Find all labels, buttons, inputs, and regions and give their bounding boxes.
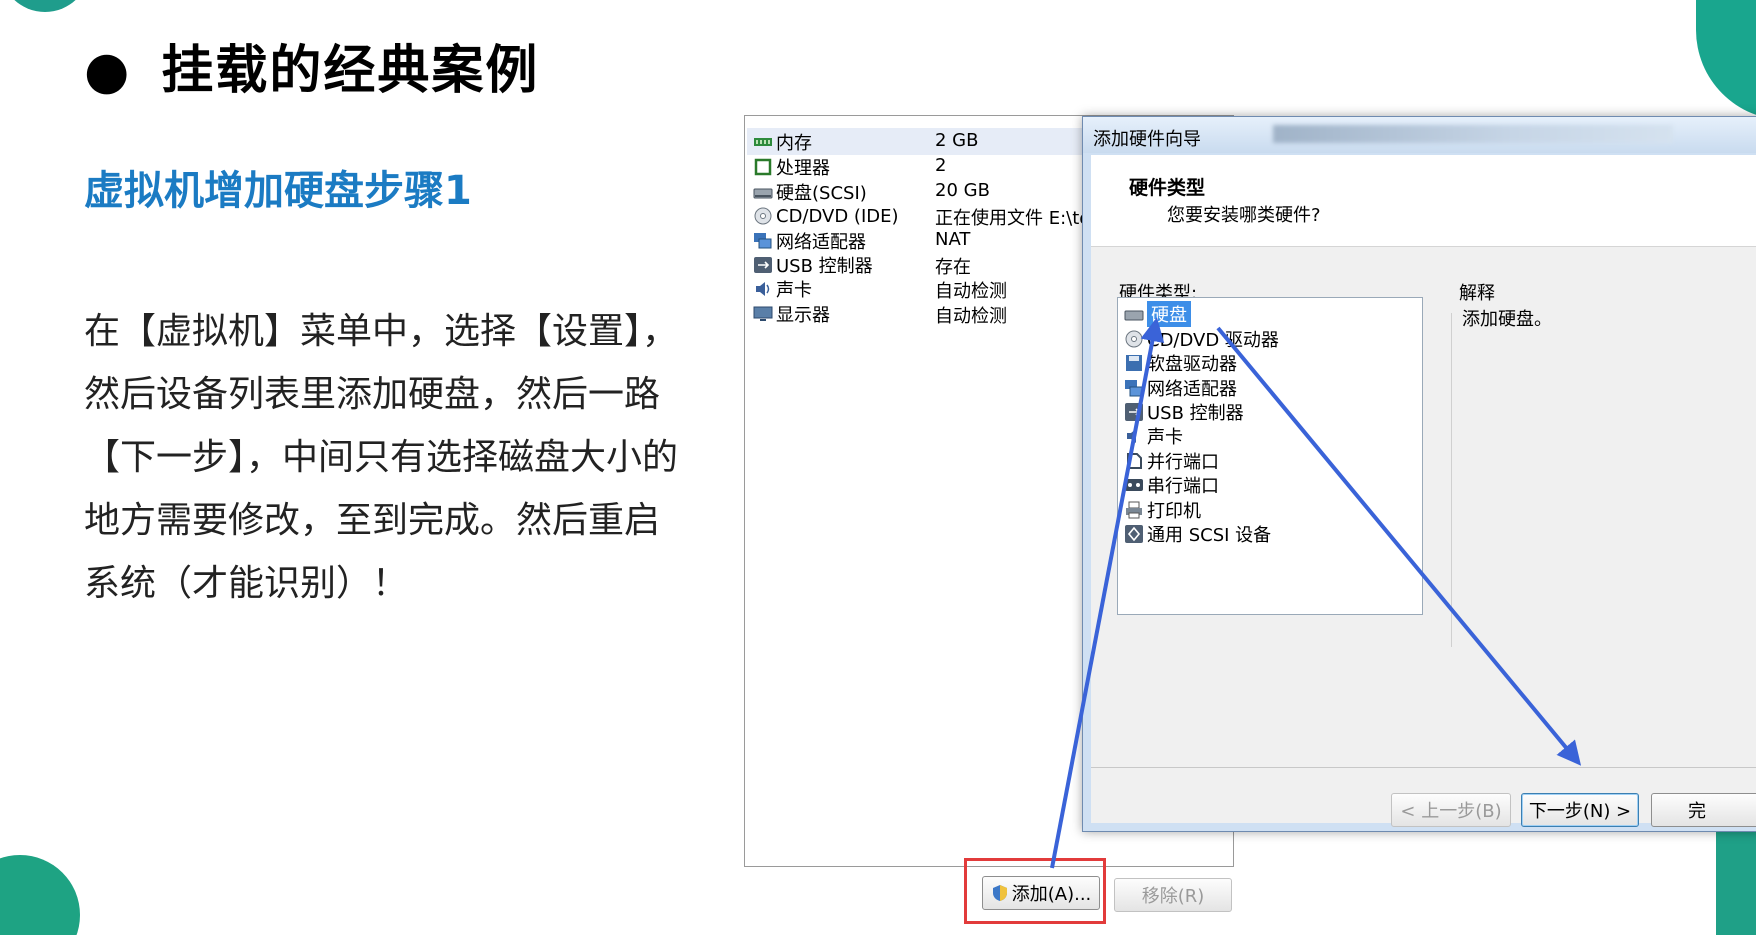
slide-subtitle: 虚拟机增加硬盘步骤1: [84, 168, 472, 214]
sound-icon: [1127, 429, 1136, 443]
finish-button[interactable]: 完: [1651, 793, 1756, 827]
network-icon: [1125, 380, 1143, 397]
hardware-item-label: 硬盘: [1147, 301, 1191, 327]
usb-icon: [754, 257, 772, 273]
device-name: 处理器: [776, 158, 830, 179]
device-row-harddisk[interactable]: 硬盘(SCSI): [753, 179, 867, 205]
hardware-item-label: 软盘驱动器: [1147, 354, 1237, 375]
hardware-type-list[interactable]: 硬盘 CD/DVD 驱动器 软盘驱动器 网络适配器 USB 控制器 声卡 并行端…: [1117, 297, 1423, 615]
floppy-icon: [1126, 355, 1142, 371]
next-button-label: 下一步(N) >: [1528, 801, 1632, 822]
corner-decoration: [0, 0, 90, 12]
hardware-item-cdrom[interactable]: CD/DVD 驱动器: [1124, 326, 1279, 352]
device-value: 自动检测: [935, 281, 1007, 302]
sound-icon: [756, 282, 770, 296]
parallel-port-icon: [1127, 453, 1142, 469]
printer-icon: [1126, 501, 1142, 519]
slide-title: ● 挂载的经典案例: [84, 28, 539, 103]
device-name: 显示器: [776, 305, 830, 326]
hardware-item-label: USB 控制器: [1147, 403, 1244, 424]
slide-title-text: 挂载的经典案例: [161, 41, 540, 101]
remove-button[interactable]: 移除(R): [1114, 878, 1232, 912]
remove-button-label: 移除(R): [1141, 886, 1205, 907]
cpu-icon: [754, 158, 772, 176]
device-value: NAT: [935, 229, 971, 250]
explain-text: 添加硬盘。: [1462, 309, 1552, 330]
hardware-item-floppy[interactable]: 软盘驱动器: [1124, 350, 1237, 376]
add-hardware-wizard-dialog: 添加硬件向导 硬件类型 您要安装哪类硬件? 硬件类型: 解释 添加硬盘。 硬盘 …: [1082, 116, 1756, 832]
device-row-memory[interactable]: 内存: [753, 129, 812, 155]
hardware-item-harddisk[interactable]: 硬盘: [1124, 301, 1191, 327]
hardware-item-label: 网络适配器: [1147, 379, 1237, 400]
device-row-network[interactable]: 网络适配器: [753, 228, 866, 254]
hardware-item-parallel-port[interactable]: 并行端口: [1124, 448, 1219, 474]
device-row-cdrom[interactable]: CD/DVD (IDE): [753, 203, 899, 229]
dialog-body: 硬件类型 您要安装哪类硬件? 硬件类型: 解释 添加硬盘。 硬盘 CD/DVD …: [1091, 155, 1756, 827]
device-name: 内存: [776, 133, 812, 154]
device-value: 20 GB: [935, 180, 990, 201]
hardware-item-printer[interactable]: 打印机: [1124, 497, 1201, 523]
device-value: 2: [935, 155, 947, 176]
device-value: 正在使用文件 E:\too: [935, 208, 1095, 229]
hardware-item-sound[interactable]: 声卡: [1124, 423, 1183, 449]
device-row-cpu[interactable]: 处理器: [753, 154, 830, 180]
device-name: 网络适配器: [776, 232, 866, 253]
wizard-header-title: 硬件类型: [1129, 177, 1206, 199]
corner-decoration: [1696, 0, 1756, 120]
memory-icon: [754, 138, 772, 146]
bullet: ●: [84, 41, 132, 101]
device-name: 硬盘(SCSI): [776, 183, 867, 204]
serial-port-icon: [1125, 479, 1143, 491]
hardware-item-label: 串行端口: [1147, 476, 1219, 497]
wizard-header-subtitle: 您要安装哪类硬件?: [1167, 205, 1321, 226]
finish-button-label: 完: [1688, 801, 1706, 822]
harddisk-icon: [753, 188, 773, 199]
device-value: 2 GB: [935, 130, 979, 151]
device-row-usb[interactable]: USB 控制器: [753, 252, 873, 278]
harddisk-icon: [1124, 310, 1144, 321]
blurred-region: [1273, 125, 1673, 143]
explain-label: 解释: [1459, 283, 1495, 304]
hardware-item-usb[interactable]: USB 控制器: [1124, 399, 1244, 425]
separator: [1091, 767, 1756, 768]
back-button[interactable]: < 上一步(B): [1391, 793, 1511, 827]
device-name: CD/DVD (IDE): [776, 205, 899, 227]
highlight-box: [964, 858, 1106, 924]
device-row-display[interactable]: 显示器: [753, 301, 830, 327]
device-value: 存在: [935, 257, 971, 278]
device-value: 自动检测: [935, 306, 1007, 327]
device-name: 声卡: [776, 280, 812, 301]
cdrom-icon: [1125, 330, 1143, 348]
cdrom-icon: [754, 207, 772, 225]
slide-body-text: 在【虚拟机】菜单中，选择【设置】，然后设备列表里添加硬盘，然后一路【下一步】，中…: [84, 311, 679, 604]
corner-decoration: [0, 855, 80, 935]
dialog-title: 添加硬件向导: [1093, 129, 1201, 150]
hardware-item-label: 声卡: [1147, 427, 1183, 448]
usb-icon: [1125, 403, 1143, 421]
hardware-item-network[interactable]: 网络适配器: [1124, 375, 1237, 401]
display-icon: [753, 306, 773, 321]
back-button-label: < 上一步(B): [1400, 801, 1502, 822]
device-row-sound[interactable]: 声卡: [753, 276, 812, 302]
scsi-icon: [1125, 525, 1143, 543]
hardware-item-label: CD/DVD 驱动器: [1147, 330, 1279, 351]
hardware-item-label: 并行端口: [1147, 452, 1219, 473]
dialog-titlebar[interactable]: 添加硬件向导: [1083, 117, 1756, 153]
next-button[interactable]: 下一步(N) >: [1521, 793, 1639, 827]
hardware-item-label: 通用 SCSI 设备: [1147, 525, 1272, 546]
wizard-header: 硬件类型 您要安装哪类硬件?: [1091, 155, 1756, 247]
hardware-item-scsi[interactable]: 通用 SCSI 设备: [1124, 521, 1271, 547]
hardware-item-label: 打印机: [1147, 501, 1201, 522]
explain-panel: 添加硬盘。: [1451, 309, 1756, 647]
network-icon: [754, 233, 772, 249]
device-name: USB 控制器: [776, 256, 873, 277]
hardware-item-serial-port[interactable]: 串行端口: [1124, 472, 1219, 498]
